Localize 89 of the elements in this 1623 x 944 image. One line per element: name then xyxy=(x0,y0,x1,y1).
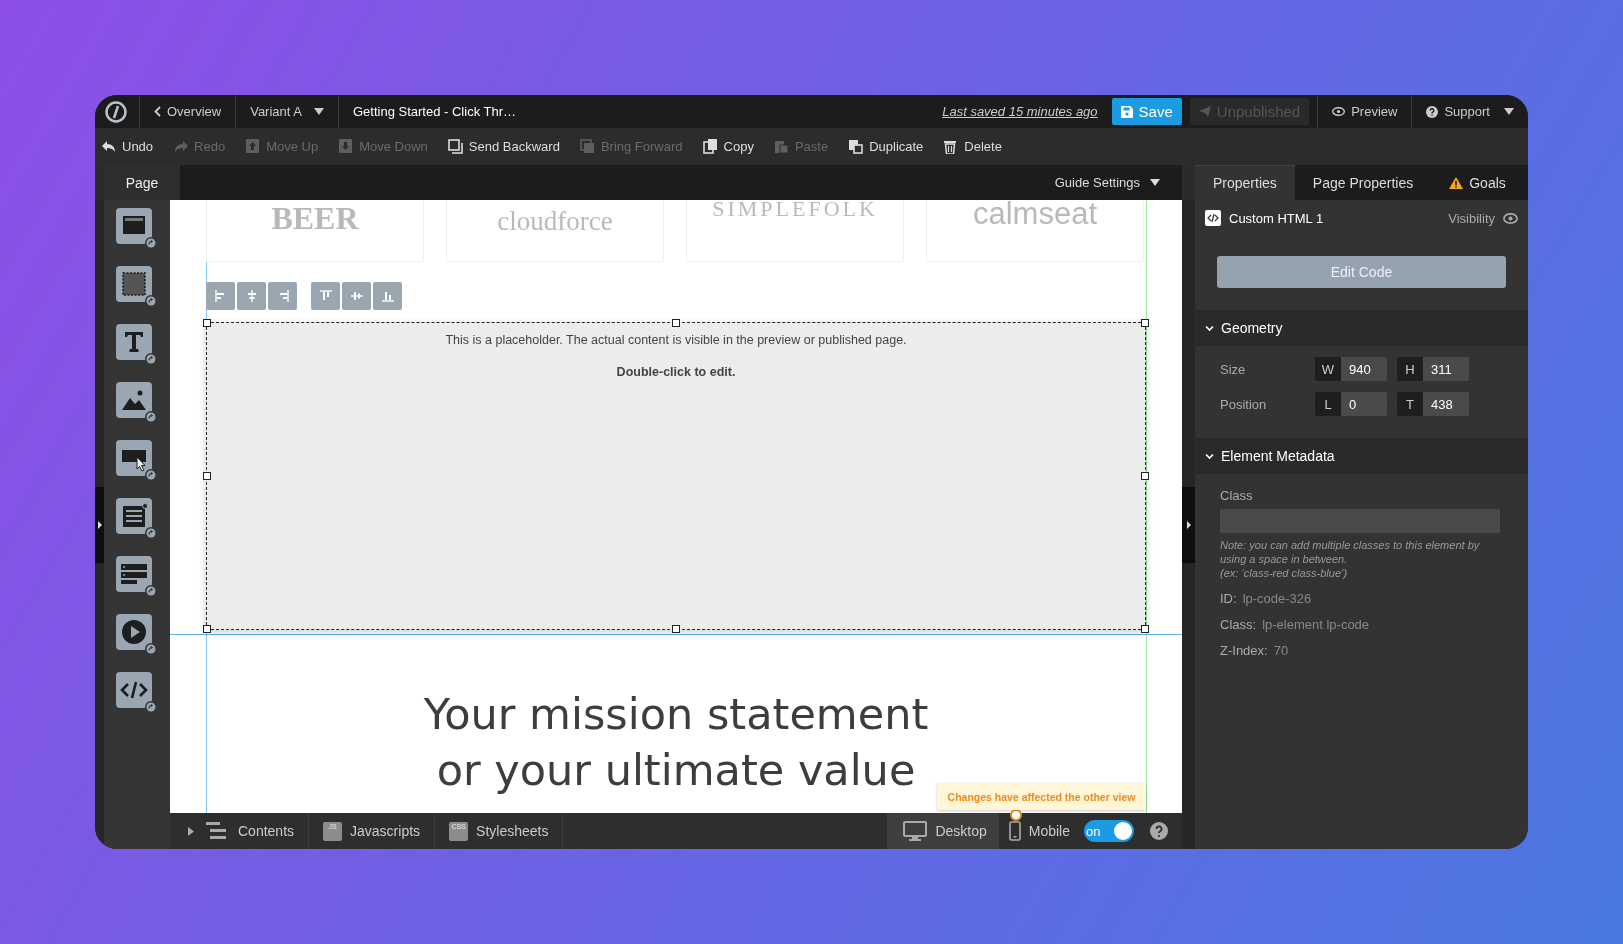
play-widget-icon[interactable] xyxy=(116,614,158,656)
logo-icon xyxy=(105,100,127,123)
code-icon xyxy=(1205,210,1221,226)
section-widget-icon[interactable] xyxy=(116,208,158,250)
button-widget-icon[interactable] xyxy=(116,440,158,482)
eye-icon[interactable] xyxy=(1503,212,1518,224)
list-widget-icon[interactable] xyxy=(116,556,158,598)
paper-plane-icon xyxy=(1198,106,1211,117)
heading-line: Your mission statement xyxy=(423,688,929,741)
align-middle-icon xyxy=(349,289,364,303)
support-dropdown[interactable]: Support xyxy=(1412,95,1528,128)
fact-value: lp-element lp-code xyxy=(1262,617,1370,632)
code-widget-icon[interactable] xyxy=(116,672,158,714)
trash-icon xyxy=(943,139,959,154)
list-icon xyxy=(206,822,226,840)
chevron-icon xyxy=(1205,323,1214,333)
resize-handle[interactable] xyxy=(1141,319,1149,327)
text-widget-icon[interactable] xyxy=(116,324,158,366)
stacked-squares-icon xyxy=(447,139,463,154)
logo-wordmark: calmseat xyxy=(972,200,1097,229)
edit-hint: Double-click to edit. xyxy=(616,365,736,379)
undo-icon xyxy=(101,139,116,154)
page-tab[interactable]: Page xyxy=(104,165,180,200)
caret-icon xyxy=(314,108,324,115)
align-bottom-icon xyxy=(380,289,395,303)
help-icon xyxy=(1426,105,1439,118)
resize-handle[interactable] xyxy=(203,319,211,327)
field-label: Position xyxy=(1220,396,1268,412)
toolbar-button[interactable]: Undo xyxy=(101,139,154,154)
panel-toggle[interactable]: Contents xyxy=(170,813,310,849)
caret-icon xyxy=(1150,179,1160,186)
placeholder-message: This is a placeholder. The actual content is visible in the preview or published page. xyxy=(445,333,907,347)
caret-icon xyxy=(1504,108,1514,115)
page-title: Getting Started - Click Thr… xyxy=(352,104,517,119)
phone-icon xyxy=(1008,821,1021,841)
toolbar-button[interactable]: Copy xyxy=(702,139,754,154)
chevron-left-icon xyxy=(154,106,161,117)
align-top-icon xyxy=(318,289,333,303)
box-widget-icon[interactable] xyxy=(116,266,158,308)
duplicate-icon xyxy=(848,139,864,154)
heading-line: or your ultimate value xyxy=(436,744,916,797)
logo-wordmark: cloudforce xyxy=(497,208,613,235)
form-widget-icon[interactable] xyxy=(116,498,158,540)
notice-tooltip: Changes have affected the other view xyxy=(937,783,1146,810)
resize-handle[interactable] xyxy=(672,319,680,327)
fact-label: Class: xyxy=(1220,617,1257,632)
help-icon[interactable] xyxy=(1150,822,1168,840)
panel-tab[interactable]: Properties xyxy=(1195,165,1295,200)
fact-label: Z-Index: xyxy=(1220,643,1268,658)
redo-icon xyxy=(173,139,189,154)
fact-label: ID: xyxy=(1220,591,1237,606)
chevron-icon xyxy=(1205,451,1214,461)
clipboard-icon xyxy=(773,139,789,154)
section-header[interactable]: Element Metadata xyxy=(1195,438,1528,474)
resize-handle[interactable] xyxy=(672,625,680,633)
element-name: Custom HTML 1 xyxy=(1229,210,1324,226)
panel-tab[interactable]: Goals xyxy=(1431,165,1524,200)
expand-arrow-icon xyxy=(97,520,102,529)
monitor-icon xyxy=(903,821,928,841)
visibility-label: Visibility xyxy=(1448,210,1495,226)
fact-value: 70 xyxy=(1273,643,1289,658)
last-saved-link[interactable]: Last saved 15 minutes ago xyxy=(942,104,1098,119)
logo-wordmark: BEER xyxy=(271,202,359,234)
field-label: Size xyxy=(1220,361,1247,377)
stacked-squares-icon xyxy=(579,139,595,154)
help-note: Note: you can add multiple classes to this element by using a space in between. (ex: ‘class-red class-blue’) xyxy=(1220,538,1481,580)
resize-handle[interactable] xyxy=(203,472,211,480)
section-header[interactable]: Geometry xyxy=(1195,310,1528,346)
warning-icon xyxy=(1449,176,1464,189)
eye-icon xyxy=(1332,107,1346,116)
html-placeholder[interactable]: This is a placeholder. The actual content is visible in the preview or published page. Double-click to edit. xyxy=(206,322,1146,630)
toolbar-button[interactable]: Duplicate xyxy=(848,139,924,154)
toolbar-button[interactable]: Delete xyxy=(943,139,1002,154)
arrow-up-icon xyxy=(245,139,261,154)
logo-wordmark: SIMPLEFOLK xyxy=(712,200,878,220)
copy-icon xyxy=(702,139,718,154)
field-label: Class xyxy=(1220,488,1254,503)
image-widget-icon[interactable] xyxy=(116,382,158,424)
toolbar-button[interactable]: Send Backward xyxy=(447,139,560,154)
expand-arrow-icon xyxy=(188,826,194,836)
resize-handle[interactable] xyxy=(1141,625,1149,633)
panel-tab[interactable]: Page Properties xyxy=(1294,165,1432,200)
fact-value: lp-code-326 xyxy=(1242,591,1312,606)
view-tab[interactable]: Desktop xyxy=(887,813,999,849)
resize-handle[interactable] xyxy=(203,625,211,633)
arrow-down-icon xyxy=(338,139,354,154)
guide-settings-dropdown[interactable]: Guide Settings xyxy=(1048,165,1182,200)
expand-arrow-icon xyxy=(1186,520,1191,529)
resize-handle[interactable] xyxy=(1141,472,1149,480)
